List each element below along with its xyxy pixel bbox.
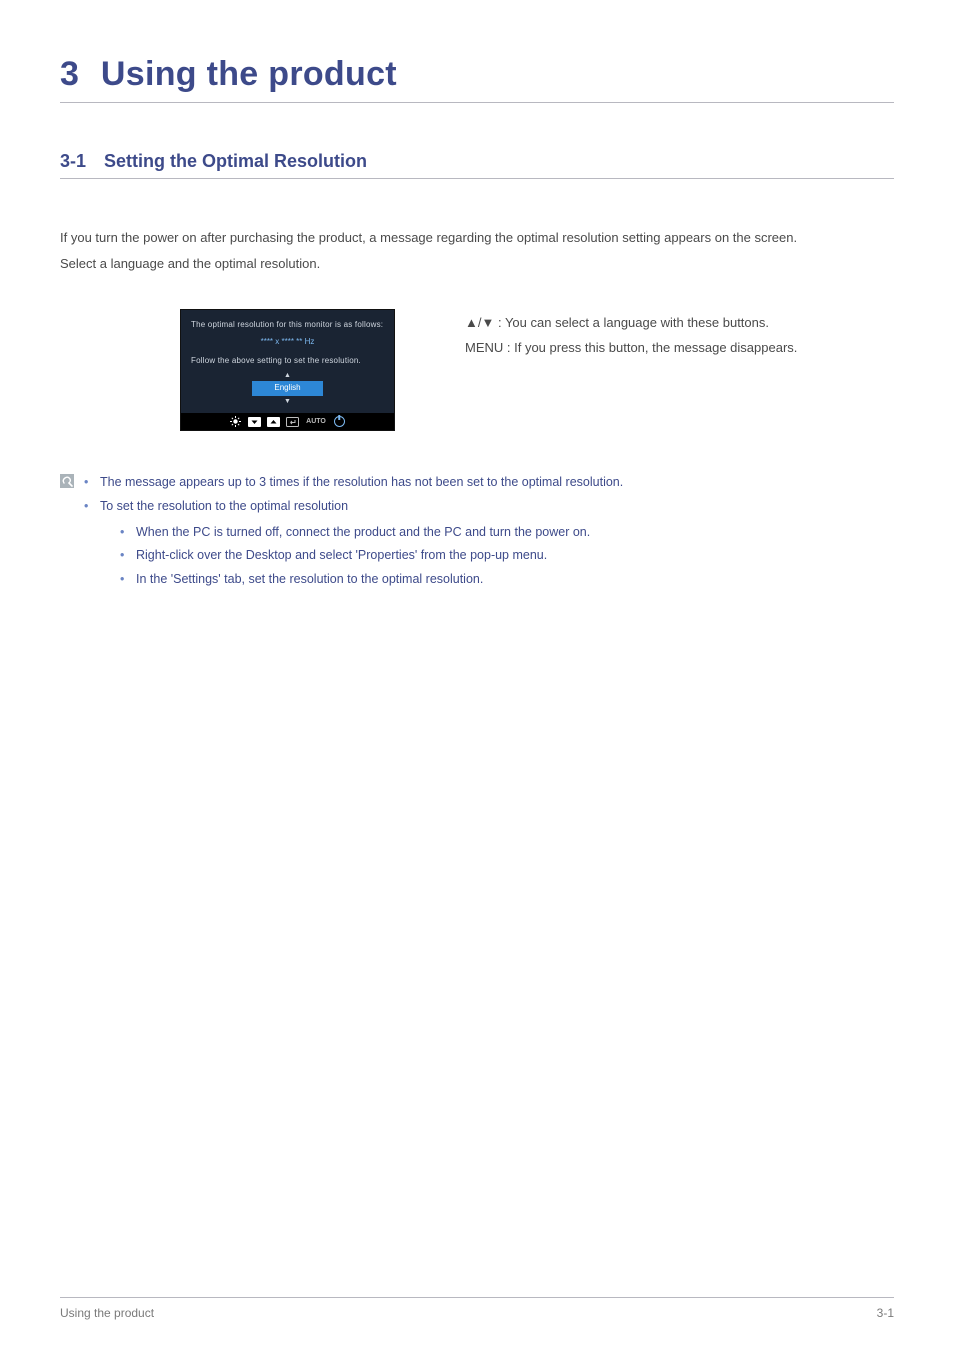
section-number: 3-1 [60,151,86,172]
osd-language-selector: English [252,381,322,396]
down-button-icon [247,416,262,427]
chapter-number: 3 [60,55,79,94]
note-icon [60,474,74,488]
brightness-icon [228,416,243,427]
auto-button-label: AUTO [304,418,328,425]
osd-resolution: **** x **** ** Hz [191,337,384,348]
note-subitem-b: Right-click over the Desktop and select … [120,544,623,568]
note-subitem-c: In the 'Settings' tab, set the resolutio… [120,568,623,592]
note-list: The message appears up to 3 times if the… [84,471,623,592]
intro-line-2: Select a language and the optimal resolu… [60,251,894,277]
footer-right: 3-1 [877,1306,894,1320]
footer-left: Using the product [60,1306,154,1320]
intro-line-1: If you turn the power on after purchasin… [60,225,894,251]
note-item-2: To set the resolution to the optimal res… [84,495,623,592]
enter-button-icon [285,416,300,427]
note-subitem-a: When the PC is turned off, connect the p… [120,521,623,545]
page-footer: Using the product 3-1 [60,1297,894,1320]
osd-screenshot: The optimal resolution for this monitor … [180,309,395,431]
osd-button-bar: AUTO [181,413,394,430]
power-icon [332,416,347,427]
intro-paragraph: If you turn the power on after purchasin… [60,225,894,277]
note-item-2-text: To set the resolution to the optimal res… [100,499,348,513]
description-arrows: ▲/▼ : You can select a language with the… [465,311,797,336]
osd-message-2: Follow the above setting to set the reso… [191,356,384,367]
osd-message-1: The optimal resolution for this monitor … [191,320,384,331]
chapter-heading: 3 Using the product [60,55,894,103]
note-item-1: The message appears up to 3 times if the… [84,471,623,495]
description-menu: MENU : If you press this button, the mes… [465,336,797,361]
section-title: Setting the Optimal Resolution [104,151,367,172]
triangle-up-icon: ▲ [191,372,384,379]
triangle-down-icon: ▼ [191,398,384,405]
button-descriptions: ▲/▼ : You can select a language with the… [465,309,797,360]
chapter-title: Using the product [101,55,397,94]
up-button-icon [266,416,281,427]
section-heading: 3-1 Setting the Optimal Resolution [60,151,894,179]
